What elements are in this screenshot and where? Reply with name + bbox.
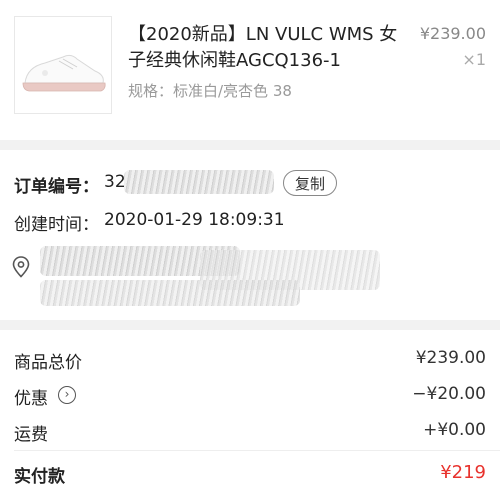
paid-total-label: 实付款	[14, 467, 65, 487]
chevron-right-circle-icon[interactable]: ›	[58, 386, 76, 404]
order-info-card: 订单编号： 32 复制 创建时间： 2020-01-29 18:09:31	[0, 150, 500, 320]
goods-total-value: ¥239.00	[415, 348, 486, 368]
redacted-order-number	[124, 170, 274, 194]
copy-button[interactable]: 复制	[283, 170, 337, 196]
paid-total-value: ¥219	[440, 462, 486, 483]
redacted-address-line3	[40, 280, 300, 306]
paid-total-row: 实付款 ¥219	[0, 454, 500, 490]
summary-divider	[14, 450, 500, 451]
goods-total-label: 商品总价	[14, 353, 82, 373]
product-thumbnail[interactable]	[14, 16, 112, 114]
price-summary-card: 商品总价 ¥239.00 优惠 › −¥20.00 运费 +¥0.00 实付款 …	[0, 330, 500, 500]
product-title[interactable]: 【2020新品】LN VULC WMS 女子经典休闲鞋AGCQ136-1	[128, 22, 408, 74]
order-number-value: 32	[104, 172, 126, 192]
location-pin-icon	[12, 256, 30, 278]
sneaker-image	[22, 54, 106, 92]
created-time-value: 2020-01-29 18:09:31	[104, 210, 285, 230]
product-card[interactable]: 【2020新品】LN VULC WMS 女子经典休闲鞋AGCQ136-1 规格：…	[0, 0, 500, 140]
discount-value: −¥20.00	[412, 384, 486, 404]
product-spec: 规格：标准白/亮杏色 38	[128, 82, 292, 100]
product-price: ¥239.00	[419, 24, 486, 43]
product-quantity: ×1	[462, 50, 486, 69]
shipping-label: 运费	[14, 425, 48, 445]
discount-row[interactable]: 优惠 › −¥20.00	[0, 376, 500, 412]
shipping-value: +¥0.00	[423, 420, 486, 440]
shipping-row: 运费 +¥0.00	[0, 412, 500, 448]
order-number-label: 订单编号：	[14, 177, 99, 197]
created-time-label: 创建时间：	[14, 215, 99, 235]
goods-total-row: 商品总价 ¥239.00	[0, 340, 500, 376]
discount-label: 优惠	[14, 389, 48, 409]
